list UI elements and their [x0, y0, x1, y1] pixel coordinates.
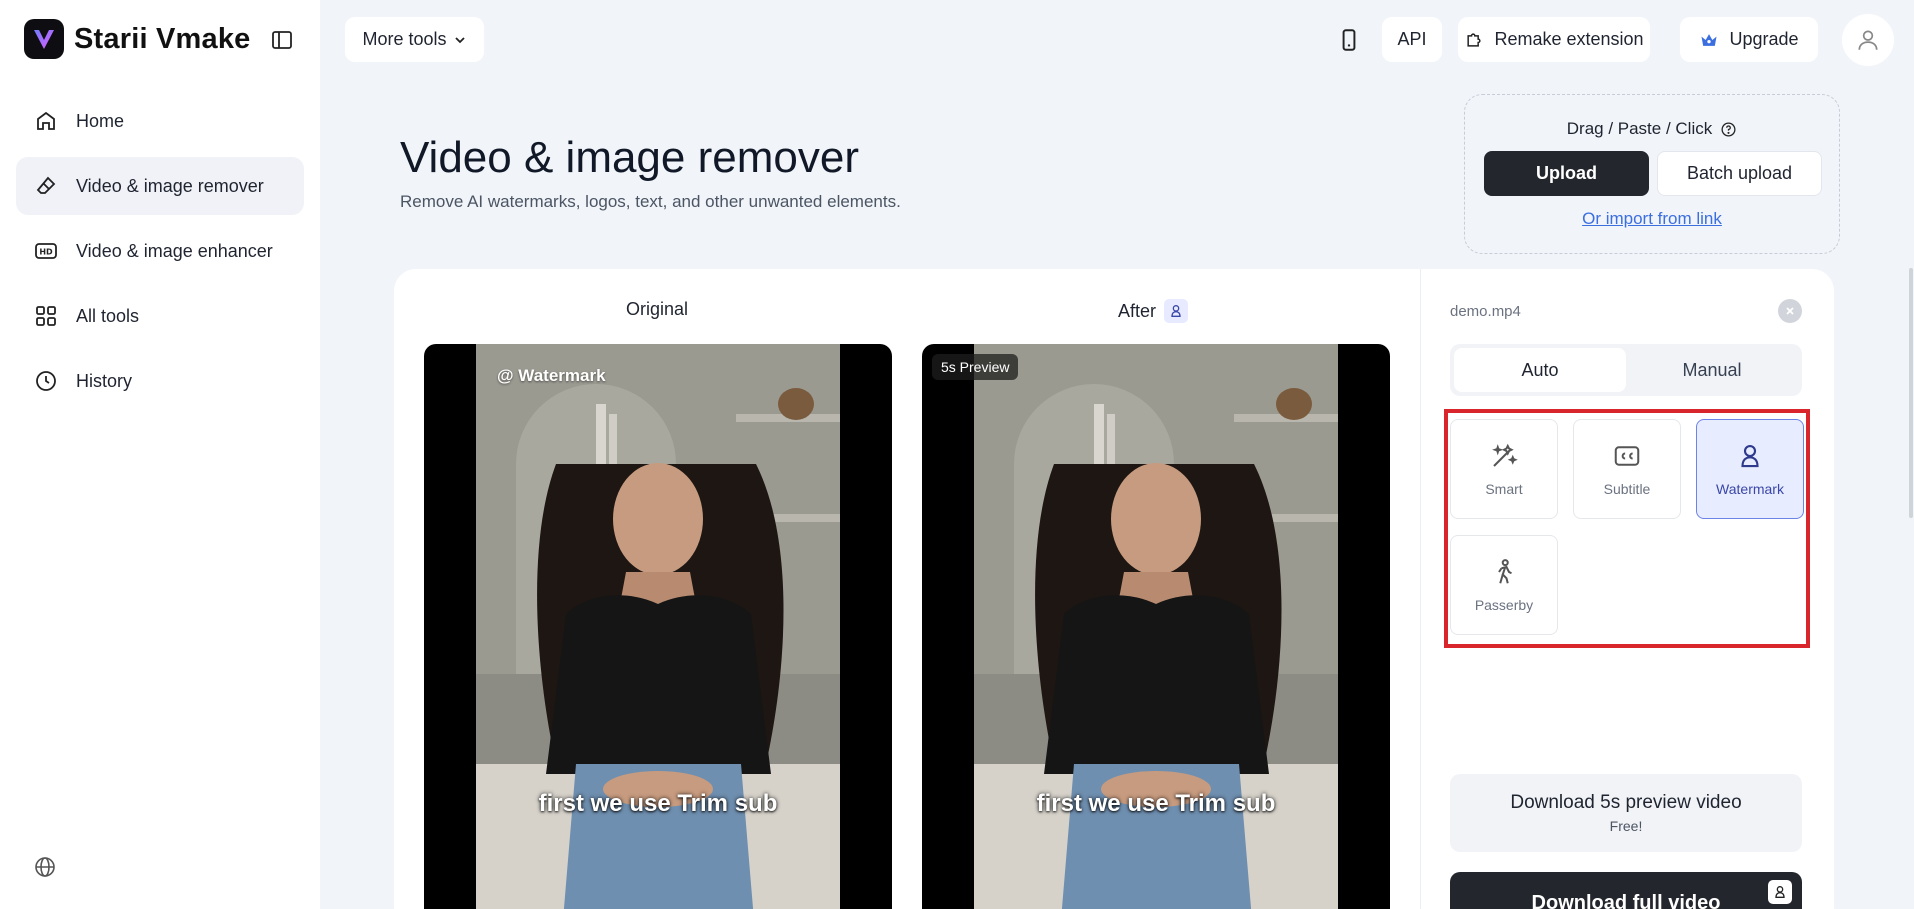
grid-icon — [36, 306, 56, 326]
upload-dropzone[interactable]: Drag / Paste / Click Upload Batch upload… — [1464, 94, 1840, 254]
chevron-down-icon — [454, 36, 465, 43]
after-label: After — [1118, 299, 1189, 323]
option-watermark[interactable]: Watermark — [1696, 419, 1804, 519]
sidebar-item-label: Video & image remover — [76, 175, 264, 196]
remake-extension-label: Remake extension — [1494, 29, 1644, 49]
more-tools-dropdown[interactable]: More tools — [345, 17, 484, 62]
sidebar-item-enhancer[interactable]: HD Video & image enhancer — [16, 222, 304, 280]
walking-person-icon — [1498, 559, 1512, 584]
original-label: Original — [626, 299, 688, 320]
video-frame — [974, 344, 1338, 909]
option-label: Watermark — [1716, 481, 1784, 497]
crown-icon — [1701, 33, 1717, 46]
more-tools-label: More tools — [362, 29, 447, 49]
sidebar-nav: Home Video & image remover HD Video & im… — [16, 92, 304, 417]
video-subtitle: first we use Trim sub — [538, 790, 778, 817]
watermark-icon — [1164, 299, 1189, 323]
magic-wand-icon — [1492, 443, 1518, 467]
option-smart[interactable]: Smart — [1450, 419, 1558, 519]
api-button[interactable]: API — [1382, 17, 1442, 62]
sidebar-item-label: Home — [76, 110, 125, 131]
tab-auto[interactable]: Auto — [1454, 348, 1626, 392]
batch-upload-button[interactable]: Batch upload — [1657, 151, 1822, 196]
close-icon[interactable] — [1778, 299, 1802, 323]
mobile-app-icon[interactable] — [1336, 27, 1362, 53]
option-label: Smart — [1485, 481, 1523, 497]
option-subtitle[interactable]: Subtitle — [1573, 419, 1681, 519]
hd-icon: HD — [35, 243, 57, 259]
import-from-link[interactable]: Or import from link — [1465, 209, 1839, 229]
api-label: API — [1397, 29, 1427, 49]
file-name: demo.mp4 — [1450, 303, 1521, 320]
watermark-overlay: @ Watermark — [497, 366, 606, 385]
watermark-icon — [1768, 880, 1792, 904]
download-full-label: Download full video — [1531, 892, 1721, 909]
video-subtitle: first we use Trim sub — [1036, 790, 1276, 817]
option-label: Passerby — [1474, 597, 1534, 613]
sidebar-item-label: History — [76, 370, 133, 391]
app-name: Starii Vmake — [74, 22, 251, 55]
puzzle-icon — [1467, 32, 1481, 47]
home-icon — [37, 111, 55, 130]
after-label-text: After — [1118, 300, 1157, 321]
user-icon — [1858, 30, 1878, 50]
sidebar-toggle-icon[interactable] — [270, 28, 294, 52]
vmake-logo-icon — [24, 19, 64, 59]
watermark-icon — [1741, 444, 1759, 468]
app-logo[interactable]: Starii Vmake — [24, 19, 251, 59]
cc-icon — [1614, 446, 1640, 466]
page-title: Video & image remover — [400, 133, 859, 182]
after-video[interactable]: 5s Preview first we use Trim sub — [922, 344, 1390, 909]
sidebar-item-label: Video & image enhancer — [76, 240, 273, 261]
sidebar-item-label: All tools — [76, 305, 140, 326]
option-passerby[interactable]: Passerby — [1450, 535, 1558, 635]
help-icon[interactable] — [1720, 121, 1737, 138]
sidebar-item-history[interactable]: History — [16, 352, 304, 410]
mode-tabs: Auto Manual — [1450, 344, 1802, 396]
editor-card: Original After @ Watermark first we use … — [394, 269, 1834, 909]
original-video[interactable]: @ Watermark first we use Trim sub — [424, 344, 892, 909]
download-full-button[interactable]: Download full video — [1450, 872, 1802, 909]
sidebar: Starii Vmake Home Video & image remover … — [0, 0, 320, 909]
clock-icon — [36, 371, 56, 391]
remake-extension-button[interactable]: Remake extension — [1458, 17, 1650, 62]
download-preview-button[interactable]: Download 5s preview video Free! — [1450, 774, 1802, 852]
original-label-text: Original — [626, 299, 689, 319]
panel-divider — [1420, 269, 1421, 909]
upload-button[interactable]: Upload — [1484, 151, 1649, 196]
eraser-icon — [36, 176, 56, 194]
sidebar-item-all-tools[interactable]: All tools — [16, 287, 304, 345]
globe-icon[interactable] — [33, 855, 57, 879]
download-preview-sublabel: Free! — [1609, 818, 1643, 834]
svg-text:HD: HD — [39, 248, 53, 257]
tab-manual[interactable]: Manual — [1626, 348, 1798, 392]
upgrade-button[interactable]: Upgrade — [1680, 17, 1818, 62]
option-label: Subtitle — [1603, 481, 1651, 497]
avatar[interactable] — [1842, 14, 1894, 66]
page-scrollbar[interactable] — [1909, 268, 1913, 518]
video-frame — [476, 344, 840, 909]
page-subtitle: Remove AI watermarks, logos, text, and o… — [400, 192, 901, 211]
download-preview-label: Download 5s preview video — [1510, 792, 1742, 813]
upgrade-label: Upgrade — [1729, 29, 1799, 49]
drag-label: Drag / Paste / Click — [1465, 119, 1839, 139]
sidebar-item-remover[interactable]: Video & image remover — [16, 157, 304, 215]
sidebar-item-home[interactable]: Home — [16, 92, 304, 150]
drag-label-text: Drag / Paste / Click — [1566, 119, 1713, 138]
preview-badge: 5s Preview — [932, 354, 1019, 380]
